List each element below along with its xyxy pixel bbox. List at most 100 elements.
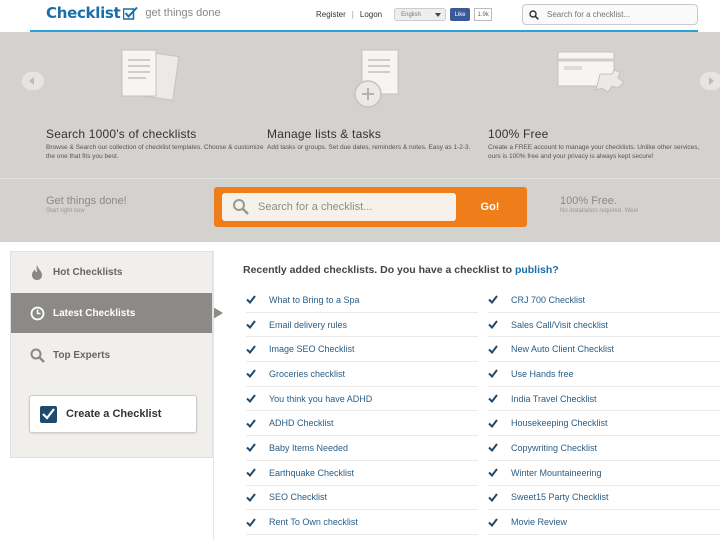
feature-free: 100% Free Create a FREE account to manag… <box>488 127 708 161</box>
checklist-link[interactable]: Sweet15 Party Checklist <box>511 492 609 502</box>
checklist-link[interactable]: Sales Call/Visit checklist <box>511 320 608 330</box>
logo[interactable]: Checklist get things done <box>46 4 221 22</box>
checkmark-icon <box>488 468 498 478</box>
header-search-input[interactable] <box>547 10 687 19</box>
list-item: You think you have ADHD <box>246 387 478 412</box>
checklist-link[interactable]: Use Hands free <box>511 369 574 379</box>
publish-link[interactable]: publish? <box>515 264 559 276</box>
list-item: Earthquake Checklist <box>246 461 478 486</box>
list-item: SEO Checklist <box>246 486 478 511</box>
logon-link[interactable]: Logon <box>360 10 382 19</box>
logo-check-icon <box>123 6 139 20</box>
header-search-box[interactable] <box>522 4 698 25</box>
checkmark-icon <box>246 418 256 428</box>
create-checklist-button[interactable]: Create a Checklist <box>29 395 197 433</box>
checkmark-icon <box>488 418 498 428</box>
list-item: India Travel Checklist <box>488 387 720 412</box>
tagline: get things done <box>145 7 221 19</box>
list-item: Movie Review <box>488 510 720 535</box>
list-item: ADHD Checklist <box>246 411 478 437</box>
feature-text: Add tasks or groups. Set due dates, remi… <box>267 144 471 151</box>
sidebar-item-label: Hot Checklists <box>53 266 123 278</box>
logo-text: Checklist <box>46 4 121 22</box>
sidebar-item-hot-checklists[interactable]: Hot Checklists <box>11 252 212 292</box>
sidebar: Hot Checklists Latest Checklists Top Exp… <box>10 251 223 458</box>
facebook-like-button[interactable]: Like <box>450 8 471 21</box>
list-item: Housekeeping Checklist <box>488 411 720 437</box>
nav-separator: | <box>351 10 354 19</box>
checklist-link[interactable]: You think you have ADHD <box>269 394 372 404</box>
sidebar-item-label: Latest Checklists <box>53 307 136 319</box>
top-nav: Register | Logon English Like 1.9k <box>316 8 493 21</box>
checkmark-icon <box>488 295 498 305</box>
checklist-link[interactable]: Baby Items Needed <box>269 443 348 453</box>
checklist-link[interactable]: Groceries checklist <box>269 369 345 379</box>
list-item: Image SEO Checklist <box>246 337 478 363</box>
list-item: Winter Mountaineering <box>488 461 720 486</box>
checklist-link[interactable]: ADHD Checklist <box>269 418 334 428</box>
checklist-link[interactable]: CRJ 700 Checklist <box>511 295 585 305</box>
faded-promo-left: Get things done! Start right now <box>46 195 127 214</box>
register-link[interactable]: Register <box>316 10 346 19</box>
feature-title: 100% Free <box>488 127 549 141</box>
checklist-link[interactable]: India Travel Checklist <box>511 394 597 404</box>
checklist-link[interactable]: Email delivery rules <box>269 320 347 330</box>
hero-search-input[interactable]: Search for a checklist... <box>222 193 456 221</box>
checklist-column-left: What to Bring to a Spa Email delivery rul… <box>246 288 478 535</box>
list-heading: Recently added checklists. Do you have a… <box>243 264 559 276</box>
carousel-next-arrow-icon[interactable] <box>700 72 720 90</box>
list-item: Email delivery rules <box>246 313 478 338</box>
site-header: Checklist get things done Register | Log… <box>0 0 720 38</box>
search-icon <box>233 199 249 215</box>
feature-title: Search 1000's of checklists <box>46 127 197 141</box>
checklist-link[interactable]: Movie Review <box>511 517 567 527</box>
sidebar-item-label: Top Experts <box>53 349 111 361</box>
magnifier-icon <box>29 347 45 363</box>
sidebar-item-latest-checklists[interactable]: Latest Checklists <box>11 293 223 333</box>
checklist-link[interactable]: Housekeeping Checklist <box>511 418 608 428</box>
checklist-column-right: CRJ 700 Checklist Sales Call/Visit checkl… <box>488 288 720 535</box>
carousel-prev-arrow-icon[interactable] <box>22 72 44 90</box>
checkmark-icon <box>246 320 256 330</box>
checkmark-icon <box>488 492 498 502</box>
checkmark-icon <box>488 443 498 453</box>
checklist-link[interactable]: Winter Mountaineering <box>511 468 602 478</box>
list-heading-text: Recently added checklists. Do you have a… <box>243 264 515 276</box>
checklist-link[interactable]: New Auto Client Checklist <box>511 344 614 354</box>
sidebar-item-top-experts[interactable]: Top Experts <box>11 335 212 375</box>
list-item: Sweet15 Party Checklist <box>488 486 720 511</box>
checkmark-icon <box>488 517 498 527</box>
checklist-link[interactable]: What to Bring to a Spa <box>269 295 360 305</box>
checklist-link[interactable]: Rent To Own checklist <box>269 517 358 527</box>
like-count: 1.9k <box>474 8 493 21</box>
go-button[interactable]: Go! <box>460 193 520 221</box>
checkmark-icon <box>488 369 498 379</box>
checkmark-icon <box>488 320 498 330</box>
list-item: Copywriting Checklist <box>488 436 720 461</box>
checkmark-icon <box>246 394 256 404</box>
content-divider <box>213 251 214 540</box>
checkmark-icon <box>246 492 256 502</box>
checklist-link[interactable]: SEO Checklist <box>269 492 327 502</box>
clock-icon <box>29 305 45 321</box>
hero-divider <box>0 178 720 179</box>
checkmark-icon <box>488 394 498 404</box>
feature-manage: Manage lists & tasks Add tasks or groups… <box>267 127 487 152</box>
checklist-link[interactable]: Earthquake Checklist <box>269 468 354 478</box>
feature-title: Manage lists & tasks <box>267 127 382 141</box>
checkmark-icon <box>246 517 256 527</box>
checkmark-icon <box>488 344 498 354</box>
list-item: Sales Call/Visit checklist <box>488 313 720 338</box>
fire-icon <box>29 264 45 280</box>
list-item: CRJ 700 Checklist <box>488 288 720 313</box>
feature-search: Search 1000's of checklists Browse & Sea… <box>46 127 266 161</box>
free-card-icon <box>557 51 625 93</box>
checklist-link[interactable]: Copywriting Checklist <box>511 443 597 453</box>
language-value: English <box>401 11 421 18</box>
language-select[interactable]: English <box>394 8 447 21</box>
create-checklist-label: Create a Checklist <box>66 408 162 420</box>
feature-text: Browse & Search our collection of checkl… <box>46 144 264 160</box>
checklist-link[interactable]: Image SEO Checklist <box>269 344 355 354</box>
list-item: What to Bring to a Spa <box>246 288 478 313</box>
checkmark-icon <box>246 443 256 453</box>
